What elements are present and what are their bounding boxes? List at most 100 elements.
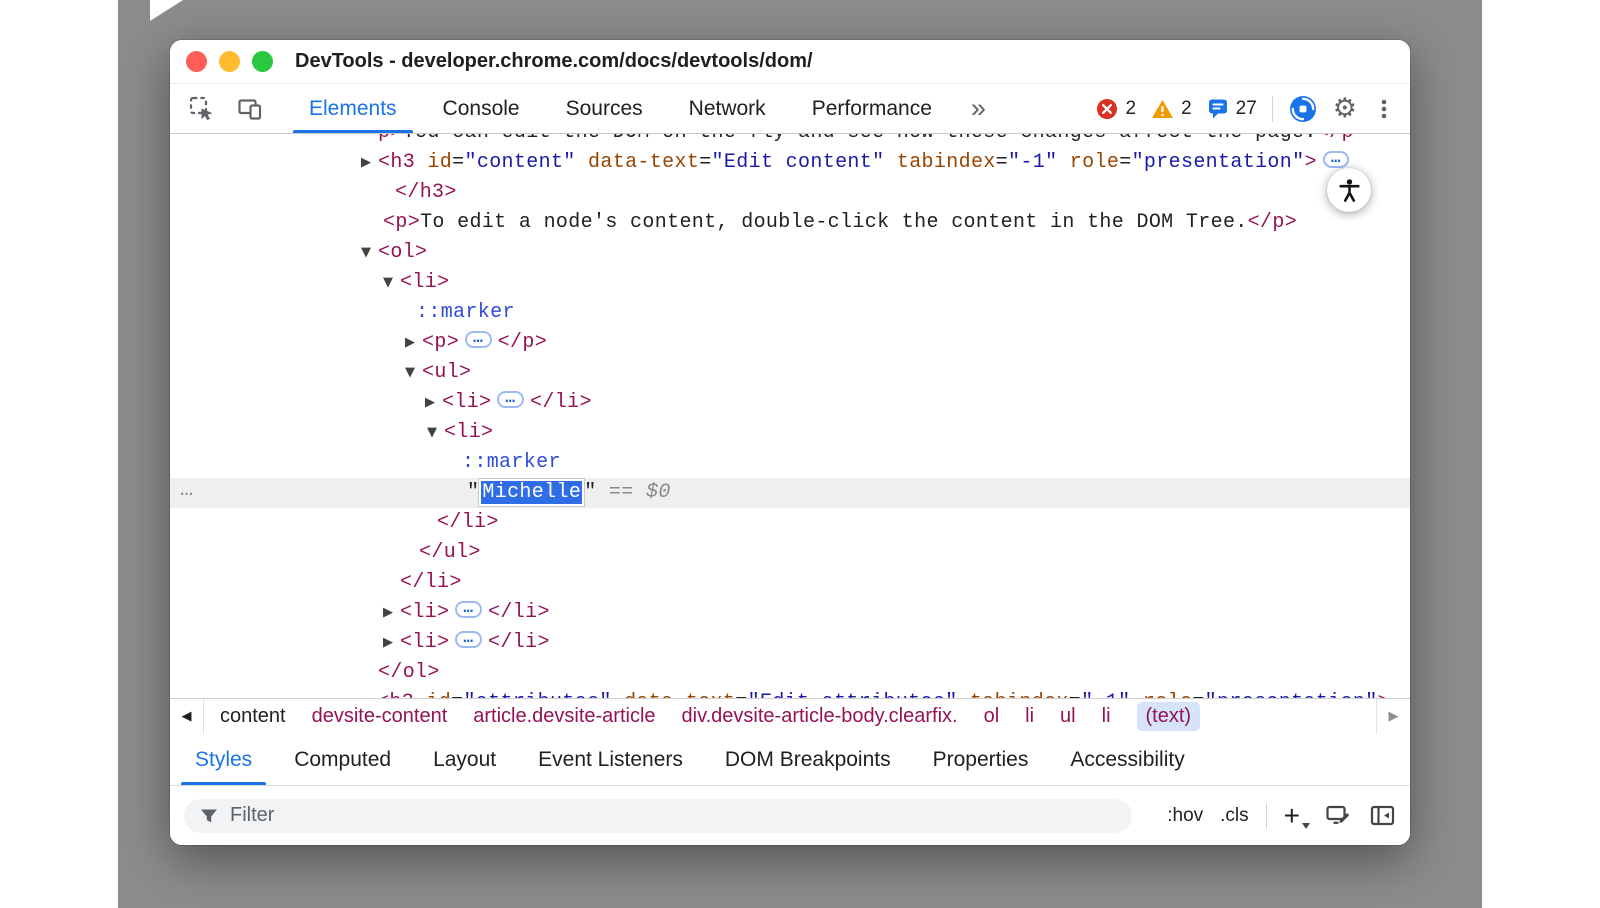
inline-expand-button[interactable]: … — [497, 391, 524, 408]
dom-token-tag: <p> — [422, 331, 459, 354]
toggle-element-state-button[interactable]: :hov — [1167, 805, 1203, 827]
dom-token-val: "-1" — [1081, 691, 1130, 698]
collapse-arrow-icon[interactable]: ▼ — [402, 358, 418, 388]
inline-expand-button[interactable]: … — [465, 331, 492, 348]
dom-tree-row[interactable]: ▶<h3 id="attributes" data-text="Edit att… — [170, 688, 1410, 698]
sidebar-tab-layout[interactable]: Layout — [412, 734, 517, 785]
inline-expand-button[interactable]: … — [455, 601, 482, 618]
sidebar-tab-event-listeners[interactable]: Event Listeners — [517, 734, 704, 785]
dom-tree-row[interactable]: </li> — [170, 568, 1410, 598]
dom-token-attr: role — [1057, 151, 1119, 174]
sidebar-tab-dom-breakpoints[interactable]: DOM Breakpoints — [704, 734, 912, 785]
breadcrumb-item[interactable]: ul — [1060, 705, 1076, 728]
message-bubble-icon — [1207, 97, 1229, 120]
dom-tree-row[interactable]: p>You can edit the DOM on the fly and se… — [170, 134, 1410, 148]
dom-tree-row[interactable]: ::marker — [170, 298, 1410, 328]
tab-sources[interactable]: Sources — [543, 84, 666, 133]
inline-expand-button[interactable]: … — [1323, 151, 1350, 168]
kebab-menu-icon[interactable] — [1372, 97, 1396, 121]
expand-arrow-icon[interactable]: ▶ — [380, 628, 396, 658]
breadcrumb-item[interactable]: li — [1102, 705, 1111, 728]
sidebar-tab-computed[interactable]: Computed — [273, 734, 412, 785]
sidebar-tab-styles[interactable]: Styles — [174, 734, 273, 785]
filter-funnel-icon — [198, 805, 220, 827]
dom-tree-row[interactable]: ▶<p>…</p> — [170, 328, 1410, 358]
breadcrumb-scroll-left-button[interactable]: ◀ — [170, 699, 204, 734]
breadcrumb-item[interactable]: li — [1025, 705, 1034, 728]
toolbar-divider — [1272, 96, 1273, 122]
dom-tree-row[interactable]: </ul> — [170, 538, 1410, 568]
new-style-rule-button[interactable]: + — [1284, 802, 1308, 830]
screenshot-stage: DevTools - developer.chrome.com/docs/dev… — [0, 0, 1600, 908]
sidebar-tab-properties[interactable]: Properties — [912, 734, 1050, 785]
issues-badge[interactable]: 27 — [1207, 97, 1257, 120]
error-badge[interactable]: 2 — [1096, 98, 1136, 120]
dom-tree-row[interactable]: </ol> — [170, 658, 1410, 688]
font-editor-icon[interactable] — [1325, 802, 1352, 829]
device-toolbar-icon[interactable] — [237, 95, 264, 122]
expand-arrow-icon[interactable]: ▶ — [380, 598, 396, 628]
dom-token-attr: tabindex — [958, 691, 1069, 698]
dom-token-val: "presentation" — [1205, 691, 1378, 698]
settings-gear-icon[interactable]: ⚙ — [1333, 95, 1357, 122]
tab-performance[interactable]: Performance — [789, 84, 955, 133]
breadcrumb-item[interactable]: devsite-content — [312, 705, 448, 728]
dom-tree-row[interactable]: </h3> — [170, 178, 1410, 208]
sync-icon[interactable] — [1288, 94, 1318, 124]
zoom-window-button[interactable] — [252, 51, 273, 72]
dom-token-flag: $0 — [646, 481, 671, 504]
dom-tree-row[interactable]: ▶<li>…</li> — [170, 388, 1410, 418]
dom-tree-row[interactable]: ▶<h3 id="content" data-text="Edit conten… — [170, 148, 1410, 178]
panel-tabs: ElementsConsoleSourcesNetworkPerformance — [286, 84, 955, 133]
dom-tree-row[interactable]: ▼<ol> — [170, 238, 1410, 268]
dom-tree-row[interactable]: ::marker — [170, 448, 1410, 478]
dom-tree-row[interactable]: ▼<li> — [170, 268, 1410, 298]
dom-token-attr: id — [415, 151, 452, 174]
dom-token-text: = — [1119, 151, 1131, 174]
inspect-element-icon[interactable] — [188, 95, 215, 122]
collapse-arrow-icon[interactable]: ▼ — [424, 418, 440, 448]
tab-network[interactable]: Network — [666, 84, 789, 133]
dom-token-tag: p> — [378, 134, 403, 144]
expand-arrow-icon[interactable]: ▶ — [358, 148, 374, 178]
dom-tree-row[interactable]: </li> — [170, 508, 1410, 538]
dom-token-text: To edit a node's content, double-click t… — [420, 211, 1248, 234]
close-window-button[interactable] — [186, 51, 207, 72]
dom-token-attr: role — [1131, 691, 1193, 698]
breadcrumb-item[interactable]: article.devsite-article — [473, 705, 655, 728]
filter-controls: :hov .cls + — [1167, 802, 1396, 830]
filter-input[interactable] — [230, 804, 1118, 827]
dom-tree-row[interactable]: ▶<li>…</li> — [170, 628, 1410, 658]
warning-badge[interactable]: 2 — [1151, 98, 1192, 120]
collapse-arrow-icon[interactable]: ▼ — [380, 268, 396, 298]
node-options-dots-icon[interactable]: … — [180, 475, 194, 505]
tab-console[interactable]: Console — [420, 84, 543, 133]
breadcrumb-item[interactable]: ol — [984, 705, 1000, 728]
sidebar-tabs: StylesComputedLayoutEvent ListenersDOM B… — [170, 734, 1410, 786]
expand-arrow-icon[interactable]: ▶ — [422, 388, 438, 418]
breadcrumb-item[interactable]: (text) — [1137, 702, 1201, 731]
inline-expand-button[interactable]: … — [455, 631, 482, 648]
expand-arrow-icon[interactable]: ▶ — [402, 328, 418, 358]
filter-input-container[interactable] — [184, 799, 1132, 833]
dom-tree-row[interactable]: ▼<li> — [170, 418, 1410, 448]
inline-text-editor[interactable]: Michelle — [479, 479, 584, 506]
dom-token-tag: <ul> — [422, 361, 471, 384]
more-tabs-button[interactable]: » — [955, 84, 1002, 133]
breadcrumb-scroll-right-button[interactable]: ▶ — [1376, 699, 1410, 734]
dom-tree-row[interactable]: ▶<li>…</li> — [170, 598, 1410, 628]
dom-tree-row[interactable]: …"Michelle" == $0 — [170, 478, 1410, 508]
dom-tree-row[interactable]: <p>To edit a node's content, double-clic… — [170, 208, 1410, 238]
dom-token-tag: <li> — [400, 271, 449, 294]
tab-elements[interactable]: Elements — [286, 84, 420, 133]
sidebar-toggle-icon[interactable] — [1369, 802, 1396, 829]
dom-tree-row[interactable]: ▼<ul> — [170, 358, 1410, 388]
collapse-arrow-icon[interactable]: ▼ — [358, 238, 374, 268]
breadcrumb-item[interactable]: div.devsite-article-body.clearfix. — [682, 705, 958, 728]
accessibility-overlay-button[interactable] — [1327, 168, 1371, 212]
breadcrumb-item[interactable]: content — [220, 705, 286, 728]
minimize-window-button[interactable] — [219, 51, 240, 72]
element-classes-button[interactable]: .cls — [1220, 805, 1249, 827]
sidebar-tab-accessibility[interactable]: Accessibility — [1049, 734, 1205, 785]
expand-arrow-icon[interactable]: ▶ — [357, 688, 373, 698]
